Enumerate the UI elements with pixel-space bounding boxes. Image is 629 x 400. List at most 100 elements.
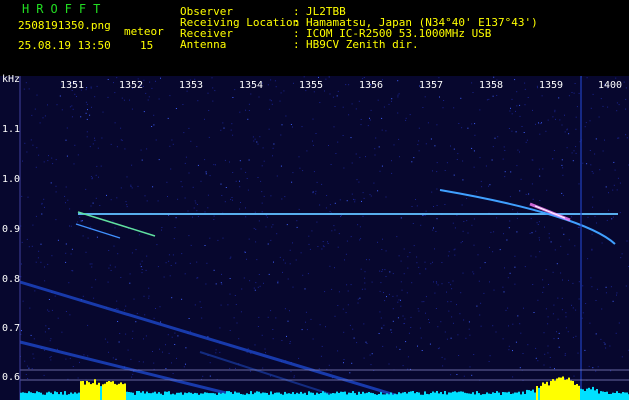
noise-speck [572,160,574,162]
noise-speck [72,366,74,367]
noise-speck [434,145,436,147]
spectrum-bar [420,394,422,400]
noise-speck [347,290,349,292]
spectrum-bar [148,393,150,400]
noise-speck [148,287,150,289]
noise-speck [441,262,443,263]
noise-speck [503,291,505,293]
noise-speck [407,256,409,258]
noise-speck [405,119,407,121]
noise-speck [261,202,263,204]
spectrum-bar [50,392,52,400]
spectrum-bar [242,394,244,400]
noise-speck [363,357,365,359]
spectrum-bar [454,391,456,400]
spectrum-bar [536,386,538,400]
noise-speck [519,323,521,325]
noise-speck [255,241,257,243]
noise-speck [411,282,413,284]
noise-speck [253,140,255,142]
noise-speck [261,165,263,167]
noise-speck [132,373,134,375]
spectrum-bar [96,384,98,400]
noise-speck [617,137,619,139]
noise-speck [149,81,151,83]
noise-speck [351,103,353,105]
noise-speck [61,109,63,111]
noise-speck [358,181,360,183]
noise-speck [92,202,94,204]
noise-speck [525,141,527,143]
noise-speck [450,145,451,147]
noise-speck [86,136,88,138]
spectrum-bar [494,393,496,400]
noise-speck [362,78,364,80]
noise-speck [436,162,438,164]
y-tick: 0.9 [2,224,21,235]
noise-speck [553,150,555,151]
noise-speck [444,204,446,205]
noise-speck [113,82,114,84]
spectrum-bar [152,392,154,400]
noise-speck [86,118,88,120]
noise-speck [235,180,237,182]
spectrum-bar [172,393,174,400]
noise-speck [473,354,475,355]
noise-speck [391,160,392,162]
noise-speck [204,118,205,120]
noise-speck [205,173,207,175]
spectrum-bar [558,377,560,400]
noise-speck [91,106,92,108]
spectrum-bar [174,394,176,400]
noise-speck [508,345,510,347]
noise-speck [87,324,89,326]
noise-speck [165,368,167,370]
noise-speck [33,357,35,359]
spectrum-bar [26,393,28,400]
noise-speck [543,286,545,288]
noise-speck [432,261,433,263]
noise-speck [120,187,122,189]
noise-speck [582,312,584,314]
noise-speck [114,266,116,268]
noise-speck [206,262,208,264]
noise-speck [385,250,387,252]
noise-speck [418,150,420,152]
spectrum-bar [204,392,206,400]
noise-speck [496,95,498,96]
noise-speck [142,361,144,363]
noise-speck [611,218,613,220]
noise-speck [400,299,401,301]
noise-speck [214,90,216,92]
noise-speck [574,83,576,84]
spectrum-bar [112,381,114,400]
spectrum-bar [188,392,190,400]
noise-speck [473,273,475,275]
noise-speck [623,81,625,83]
noise-speck [547,345,549,347]
noise-speck [94,139,96,141]
noise-speck [38,250,40,252]
noise-speck [65,139,67,141]
noise-speck [146,200,148,202]
spectrum-bar [586,388,588,400]
noise-speck [542,168,544,170]
noise-speck [127,349,129,351]
noise-speck [32,224,34,226]
noise-speck [537,299,539,301]
noise-speck [595,138,597,140]
spectrum-bar [210,393,212,400]
noise-speck [575,116,577,118]
spectrum-bar [234,391,236,400]
spectrum-bar [478,393,480,400]
noise-speck [543,364,545,366]
noise-speck [430,263,432,265]
noise-speck [158,159,160,161]
noise-speck [548,237,550,239]
noise-speck [361,288,363,290]
y-tick: 1.0 [2,174,21,185]
noise-speck [490,231,492,233]
noise-speck [536,222,538,224]
noise-speck [554,109,556,111]
noise-speck [369,194,371,196]
